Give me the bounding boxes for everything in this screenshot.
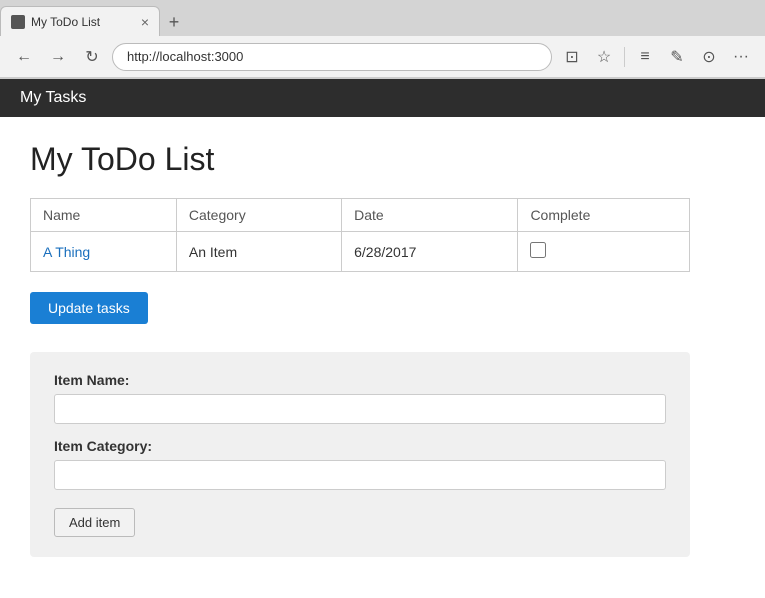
update-tasks-button[interactable]: Update tasks — [30, 292, 148, 324]
tab-close-button[interactable]: × — [141, 15, 149, 29]
item-name-group: Item Name: — [54, 372, 666, 424]
task-name-cell: A Thing — [31, 232, 177, 272]
page-title: My ToDo List — [30, 141, 735, 178]
tab-label: My ToDo List — [31, 15, 135, 29]
item-category-group: Item Category: — [54, 438, 666, 490]
edit-icon[interactable]: ✎ — [663, 43, 691, 71]
item-category-input[interactable] — [54, 460, 666, 490]
reload-button[interactable]: ↻ — [78, 43, 106, 71]
app-header-title: My Tasks — [20, 89, 86, 106]
more-options-icon[interactable]: ··· — [727, 43, 755, 71]
tab-bar: My ToDo List × + — [0, 0, 765, 36]
item-name-input[interactable] — [54, 394, 666, 424]
browser-tab[interactable]: My ToDo List × — [0, 6, 160, 36]
task-complete-checkbox[interactable] — [530, 242, 546, 258]
task-table: Name Category Date Complete A Thing An It… — [30, 198, 690, 272]
col-header-name: Name — [31, 199, 177, 232]
item-name-label: Item Name: — [54, 372, 666, 388]
task-name-link[interactable]: A Thing — [43, 244, 90, 260]
col-header-category: Category — [176, 199, 341, 232]
nav-right-icons: ⊡ ☆ ≡ ✎ ⊙ ··· — [558, 43, 755, 71]
address-text: http://localhost:3000 — [127, 49, 243, 64]
address-bar[interactable]: http://localhost:3000 — [112, 43, 552, 71]
table-row: A Thing An Item6/28/2017 — [31, 232, 690, 272]
task-category-cell: An Item — [176, 232, 341, 272]
nav-bar: ← → ↻ http://localhost:3000 ⊡ ☆ ≡ ✎ ⊙ ··… — [0, 36, 765, 78]
browser-chrome: My ToDo List × + ← → ↻ http://localhost:… — [0, 0, 765, 79]
col-header-date: Date — [342, 199, 518, 232]
nav-separator — [624, 47, 625, 67]
item-category-label: Item Category: — [54, 438, 666, 454]
bookmark-icon[interactable]: ☆ — [590, 43, 618, 71]
task-complete-cell — [518, 232, 690, 272]
add-item-form: Item Name: Item Category: Add item — [30, 352, 690, 557]
task-date-cell: 6/28/2017 — [342, 232, 518, 272]
app-header: My Tasks — [0, 79, 765, 117]
back-button[interactable]: ← — [10, 43, 38, 71]
col-header-complete: Complete — [518, 199, 690, 232]
menu-icon[interactable]: ≡ — [631, 43, 659, 71]
app-content: My ToDo List Name Category Date Complete… — [0, 117, 765, 597]
add-item-button[interactable]: Add item — [54, 508, 135, 537]
tab-favicon-icon — [11, 15, 25, 29]
reader-icon[interactable]: ⊡ — [558, 43, 586, 71]
table-header-row: Name Category Date Complete — [31, 199, 690, 232]
forward-button[interactable]: → — [44, 43, 72, 71]
profile-icon[interactable]: ⊙ — [695, 43, 723, 71]
new-tab-button[interactable]: + — [160, 8, 188, 36]
